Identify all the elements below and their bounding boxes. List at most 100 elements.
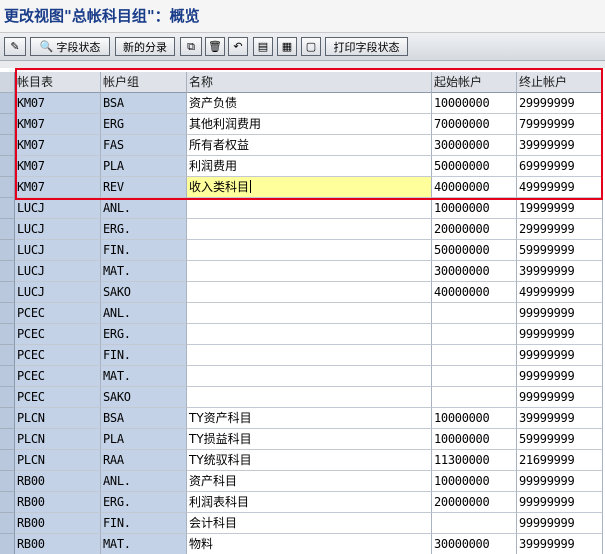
print-field-status-button[interactable]: 打印字段状态 bbox=[325, 37, 408, 56]
row-selector[interactable] bbox=[0, 177, 15, 198]
to-account-cell[interactable]: 39999999 bbox=[517, 135, 603, 156]
to-account-cell[interactable]: 99999999 bbox=[517, 513, 603, 534]
from-account-cell[interactable]: 20000000 bbox=[432, 219, 517, 240]
name-cell[interactable]: TY损益科目 bbox=[187, 429, 432, 450]
row-selector[interactable] bbox=[0, 492, 15, 513]
to-account-cell[interactable]: 49999999 bbox=[517, 282, 603, 303]
from-account-cell[interactable]: 10000000 bbox=[432, 429, 517, 450]
from-account-cell[interactable]: 30000000 bbox=[432, 135, 517, 156]
row-selector[interactable] bbox=[0, 303, 15, 324]
column-header-chart-of-accounts[interactable]: 帐目表 bbox=[15, 72, 101, 93]
row-selector[interactable] bbox=[0, 450, 15, 471]
from-account-cell[interactable]: 10000000 bbox=[432, 471, 517, 492]
name-cell[interactable] bbox=[187, 345, 432, 366]
from-account-cell[interactable]: 10000000 bbox=[432, 93, 517, 114]
row-selector[interactable] bbox=[0, 366, 15, 387]
column-header-to-account[interactable]: 终止帐户 bbox=[517, 72, 603, 93]
row-selector[interactable] bbox=[0, 114, 15, 135]
name-cell[interactable]: 资产科目 bbox=[187, 471, 432, 492]
to-account-cell[interactable]: 99999999 bbox=[517, 324, 603, 345]
row-selector[interactable] bbox=[0, 219, 15, 240]
to-account-cell[interactable]: 21699999 bbox=[517, 450, 603, 471]
from-account-cell[interactable] bbox=[432, 513, 517, 534]
row-selector[interactable] bbox=[0, 240, 15, 261]
from-account-cell[interactable] bbox=[432, 366, 517, 387]
from-account-cell[interactable] bbox=[432, 303, 517, 324]
row-selector[interactable] bbox=[0, 198, 15, 219]
to-account-cell[interactable]: 99999999 bbox=[517, 345, 603, 366]
new-entries-button[interactable]: 新的分录 bbox=[115, 37, 175, 56]
row-selector[interactable] bbox=[0, 408, 15, 429]
from-account-cell[interactable]: 11300000 bbox=[432, 450, 517, 471]
name-cell[interactable] bbox=[187, 366, 432, 387]
from-account-cell[interactable] bbox=[432, 345, 517, 366]
to-account-cell[interactable]: 29999999 bbox=[517, 93, 603, 114]
deselect-all-icon[interactable]: ▢ bbox=[301, 37, 321, 56]
name-cell[interactable]: TY统驭科目 bbox=[187, 450, 432, 471]
to-account-cell[interactable]: 99999999 bbox=[517, 471, 603, 492]
from-account-cell[interactable]: 40000000 bbox=[432, 177, 517, 198]
to-account-cell[interactable]: 99999999 bbox=[517, 303, 603, 324]
select-all-rows-button[interactable] bbox=[0, 72, 15, 93]
column-header-account-group[interactable]: 帐户组 bbox=[101, 72, 187, 93]
to-account-cell[interactable]: 69999999 bbox=[517, 156, 603, 177]
name-cell[interactable] bbox=[187, 303, 432, 324]
row-selector[interactable] bbox=[0, 429, 15, 450]
from-account-cell[interactable]: 20000000 bbox=[432, 492, 517, 513]
name-cell[interactable] bbox=[187, 261, 432, 282]
row-selector[interactable] bbox=[0, 387, 15, 408]
name-cell[interactable]: 其他利润费用 bbox=[187, 114, 432, 135]
to-account-cell[interactable]: 29999999 bbox=[517, 219, 603, 240]
column-header-name[interactable]: 名称 bbox=[187, 72, 432, 93]
name-cell[interactable]: 所有者权益 bbox=[187, 135, 432, 156]
to-account-cell[interactable]: 19999999 bbox=[517, 198, 603, 219]
copy-icon[interactable]: ⧉ bbox=[180, 37, 202, 56]
row-selector[interactable] bbox=[0, 156, 15, 177]
field-status-button[interactable]: 🔍 字段状态 bbox=[30, 37, 110, 56]
row-selector[interactable] bbox=[0, 513, 15, 534]
change-display-icon[interactable]: ✎ bbox=[4, 37, 26, 56]
to-account-cell[interactable]: 99999999 bbox=[517, 366, 603, 387]
to-account-cell[interactable]: 59999999 bbox=[517, 429, 603, 450]
row-selector[interactable] bbox=[0, 282, 15, 303]
select-all-icon[interactable]: ▤ bbox=[253, 37, 273, 56]
from-account-cell[interactable]: 50000000 bbox=[432, 156, 517, 177]
to-account-cell[interactable]: 99999999 bbox=[517, 387, 603, 408]
row-selector[interactable] bbox=[0, 471, 15, 492]
name-cell[interactable] bbox=[187, 324, 432, 345]
to-account-cell[interactable]: 79999999 bbox=[517, 114, 603, 135]
from-account-cell[interactable]: 30000000 bbox=[432, 534, 517, 554]
to-account-cell[interactable]: 59999999 bbox=[517, 240, 603, 261]
name-cell[interactable] bbox=[187, 282, 432, 303]
delete-icon[interactable]: 🗑 bbox=[205, 37, 225, 56]
from-account-cell[interactable]: 50000000 bbox=[432, 240, 517, 261]
name-cell[interactable] bbox=[187, 198, 432, 219]
name-cell[interactable]: 利润表科目 bbox=[187, 492, 432, 513]
to-account-cell[interactable]: 39999999 bbox=[517, 534, 603, 554]
name-cell[interactable]: 利润费用 bbox=[187, 156, 432, 177]
from-account-cell[interactable]: 10000000 bbox=[432, 198, 517, 219]
from-account-cell[interactable]: 40000000 bbox=[432, 282, 517, 303]
to-account-cell[interactable]: 99999999 bbox=[517, 492, 603, 513]
from-account-cell[interactable]: 10000000 bbox=[432, 408, 517, 429]
name-cell[interactable] bbox=[187, 387, 432, 408]
from-account-cell[interactable] bbox=[432, 324, 517, 345]
from-account-cell[interactable] bbox=[432, 387, 517, 408]
row-selector[interactable] bbox=[0, 93, 15, 114]
undo-icon[interactable]: ↶ bbox=[228, 37, 248, 56]
from-account-cell[interactable]: 30000000 bbox=[432, 261, 517, 282]
row-selector[interactable] bbox=[0, 534, 15, 554]
to-account-cell[interactable]: 39999999 bbox=[517, 408, 603, 429]
column-header-from-account[interactable]: 起始帐户 bbox=[432, 72, 517, 93]
row-selector[interactable] bbox=[0, 324, 15, 345]
to-account-cell[interactable]: 49999999 bbox=[517, 177, 603, 198]
name-cell[interactable]: 收入类科目 bbox=[187, 177, 432, 198]
row-selector[interactable] bbox=[0, 261, 15, 282]
row-selector[interactable] bbox=[0, 345, 15, 366]
name-cell[interactable]: 物料 bbox=[187, 534, 432, 554]
select-block-icon[interactable]: ▦ bbox=[277, 37, 297, 56]
to-account-cell[interactable]: 39999999 bbox=[517, 261, 603, 282]
from-account-cell[interactable]: 70000000 bbox=[432, 114, 517, 135]
name-cell[interactable]: 会计科目 bbox=[187, 513, 432, 534]
row-selector[interactable] bbox=[0, 135, 15, 156]
